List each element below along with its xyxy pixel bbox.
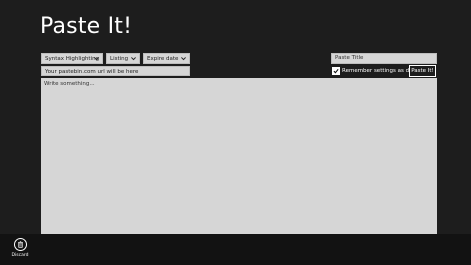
bottom-app-bar: Discard — [0, 234, 471, 265]
trash-icon — [13, 238, 27, 251]
chevron-down-icon — [130, 54, 137, 63]
syntax-highlighting-select[interactable]: Syntax Highlighting — [41, 53, 103, 64]
chevron-down-icon — [93, 54, 100, 63]
app-title: Paste It! — [40, 14, 133, 39]
checkmark-icon — [333, 68, 339, 74]
listing-select[interactable]: Listing — [106, 53, 140, 64]
paste-it-button[interactable]: Paste It! — [409, 65, 436, 77]
discard-label: Discard — [11, 253, 29, 258]
discard-button[interactable]: Discard — [9, 238, 31, 264]
expire-date-select[interactable]: Expire date — [143, 53, 190, 64]
paste-title-input[interactable] — [331, 53, 437, 64]
pastebin-url-field[interactable]: Your pastebin.com url will be here — [41, 66, 190, 76]
paste-content-editor[interactable] — [41, 78, 437, 235]
expire-select-value: Expire date — [147, 56, 179, 62]
chevron-down-icon — [180, 54, 187, 63]
remember-settings-checkbox[interactable] — [332, 67, 340, 75]
syntax-select-value: Syntax Highlighting — [45, 56, 100, 62]
listing-select-value: Listing — [110, 56, 129, 62]
